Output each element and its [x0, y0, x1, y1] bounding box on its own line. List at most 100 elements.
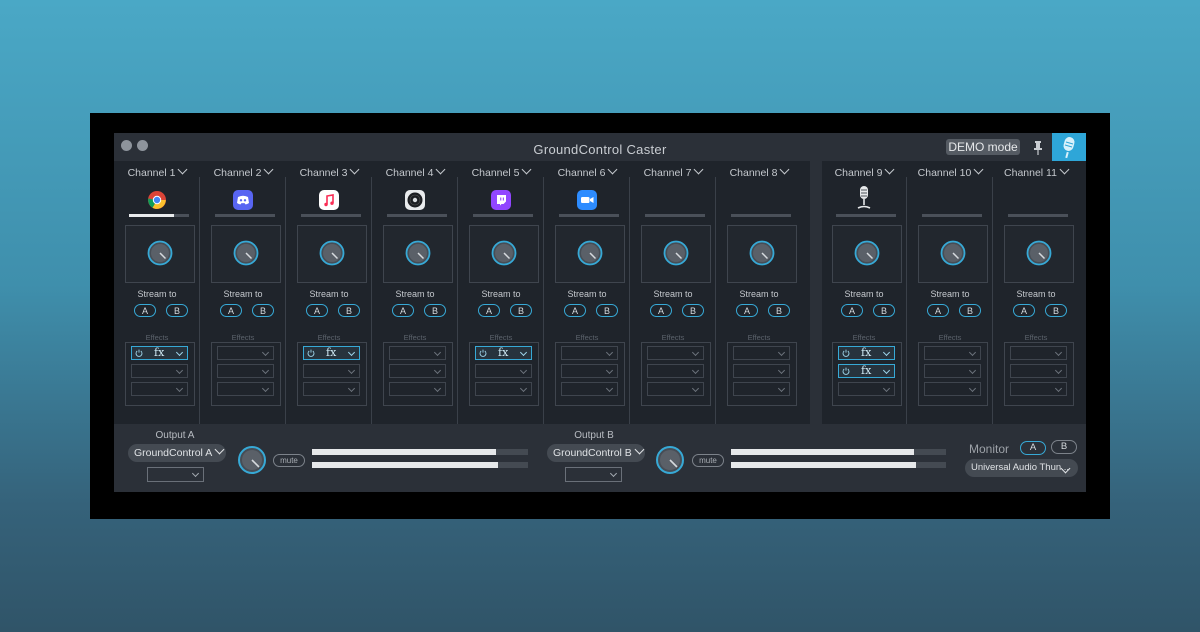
effect-slot[interactable]	[733, 382, 790, 396]
stream-b-button[interactable]: B	[252, 304, 274, 317]
output-section: Output A GroundControl A mute Output B G…	[114, 424, 1086, 492]
effect-slot[interactable]	[131, 364, 188, 378]
stream-a-button[interactable]: A	[220, 304, 242, 317]
channel-selector[interactable]: Channel 1	[114, 164, 200, 179]
stream-a-button[interactable]: A	[478, 304, 500, 317]
output-a-volume-knob[interactable]	[237, 445, 267, 475]
effect-slot[interactable]	[1010, 364, 1067, 378]
chevron-down-icon	[607, 164, 618, 175]
stream-a-button[interactable]: A	[841, 304, 863, 317]
stream-b-button[interactable]: B	[424, 304, 446, 317]
stream-a-button[interactable]: A	[306, 304, 328, 317]
effect-slot[interactable]	[217, 364, 274, 378]
stream-b-button[interactable]: B	[768, 304, 790, 317]
effect-slot[interactable]	[647, 346, 704, 360]
channel-selector[interactable]: Channel 2	[200, 164, 286, 179]
effect-slot[interactable]	[1010, 346, 1067, 360]
effect-slot[interactable]	[131, 382, 188, 396]
channel-selector[interactable]: Channel 11	[993, 164, 1079, 179]
channel-selector[interactable]: Channel 9	[821, 164, 907, 179]
stream-b-button[interactable]: B	[510, 304, 532, 317]
chevron-down-icon	[433, 384, 442, 393]
output-a-mute-button[interactable]: mute	[273, 454, 305, 467]
effect-slot[interactable]	[647, 364, 704, 378]
stream-a-button[interactable]: A	[564, 304, 586, 317]
volume-knob[interactable]	[854, 240, 880, 266]
effect-slot[interactable]: fx	[303, 346, 360, 360]
effect-slot[interactable]	[561, 364, 618, 378]
monitor-a-button[interactable]: A	[1020, 441, 1046, 455]
effect-slot[interactable]: fx	[131, 346, 188, 360]
output-b-device-select[interactable]: GroundControl B	[547, 444, 645, 462]
stream-a-button[interactable]: A	[1013, 304, 1035, 317]
output-b-sub-select[interactable]	[565, 467, 622, 482]
volume-knob[interactable]	[147, 240, 173, 266]
output-a-sub-select[interactable]	[147, 467, 204, 482]
effects-label: Effects	[938, 333, 962, 342]
effect-slot[interactable]	[561, 346, 618, 360]
stream-b-button[interactable]: B	[682, 304, 704, 317]
stream-a-button[interactable]: A	[134, 304, 156, 317]
stream-a-button[interactable]: A	[736, 304, 758, 317]
channel-selector[interactable]: Channel 4	[372, 164, 458, 179]
output-b-mute-button[interactable]: mute	[692, 454, 724, 467]
pin-icon[interactable]	[1031, 140, 1045, 156]
effect-slot[interactable]	[1010, 382, 1067, 396]
output-a-device-select[interactable]: GroundControl A	[128, 444, 226, 462]
stream-a-button[interactable]: A	[650, 304, 672, 317]
monitor-b-button[interactable]: B	[1051, 440, 1077, 454]
channel-selector[interactable]: Channel 7	[630, 164, 716, 179]
volume-knob[interactable]	[749, 240, 775, 266]
volume-knob[interactable]	[319, 240, 345, 266]
stream-a-button[interactable]: A	[392, 304, 414, 317]
channel-selector[interactable]: Channel 6	[544, 164, 630, 179]
effect-slot[interactable]	[217, 346, 274, 360]
caster-logo-button[interactable]	[1052, 133, 1086, 161]
effect-slot[interactable]	[389, 346, 446, 360]
volume-knob[interactable]	[663, 240, 689, 266]
demo-mode-badge[interactable]: DEMO mode	[946, 139, 1020, 155]
stream-b-button[interactable]: B	[873, 304, 895, 317]
effect-slot[interactable]	[475, 364, 532, 378]
stream-b-button[interactable]: B	[1045, 304, 1067, 317]
channel-selector[interactable]: Channel 3	[286, 164, 372, 179]
effect-slot[interactable]	[647, 382, 704, 396]
chrome-icon	[147, 190, 167, 210]
effect-slot[interactable]	[303, 382, 360, 396]
volume-knob-area	[727, 225, 797, 283]
volume-knob[interactable]	[491, 240, 517, 266]
stream-b-button[interactable]: B	[596, 304, 618, 317]
output-a-level-left	[312, 449, 528, 455]
effect-slot[interactable]	[303, 364, 360, 378]
stream-b-button[interactable]: B	[959, 304, 981, 317]
volume-knob[interactable]	[940, 240, 966, 266]
effect-slot[interactable]: fx	[838, 346, 895, 360]
monitor-device-select[interactable]: Universal Audio Thun...	[965, 459, 1078, 477]
effect-slot[interactable]	[924, 364, 981, 378]
effect-slot[interactable]	[924, 346, 981, 360]
effect-slot[interactable]: fx	[838, 364, 895, 378]
effect-slot[interactable]	[475, 382, 532, 396]
chevron-down-icon	[175, 384, 184, 393]
effect-slot[interactable]	[733, 364, 790, 378]
effect-slot[interactable]	[389, 382, 446, 396]
effect-slot[interactable]	[924, 382, 981, 396]
channel-label: Channel 11	[1004, 167, 1057, 179]
stream-a-button[interactable]: A	[927, 304, 949, 317]
volume-knob[interactable]	[233, 240, 259, 266]
channel-selector[interactable]: Channel 5	[458, 164, 544, 179]
channel-selector[interactable]: Channel 10	[907, 164, 993, 179]
volume-knob[interactable]	[405, 240, 431, 266]
effect-slot[interactable]	[389, 364, 446, 378]
effect-slot[interactable]	[217, 382, 274, 396]
effect-slot[interactable]	[561, 382, 618, 396]
stream-b-button[interactable]: B	[338, 304, 360, 317]
channel-selector[interactable]: Channel 8	[716, 164, 802, 179]
stream-b-button[interactable]: B	[166, 304, 188, 317]
output-b-volume-knob[interactable]	[655, 445, 685, 475]
effect-slot[interactable]	[838, 382, 895, 396]
effect-slot[interactable]: fx	[475, 346, 532, 360]
volume-knob[interactable]	[577, 240, 603, 266]
effect-slot[interactable]	[733, 346, 790, 360]
volume-knob[interactable]	[1026, 240, 1052, 266]
